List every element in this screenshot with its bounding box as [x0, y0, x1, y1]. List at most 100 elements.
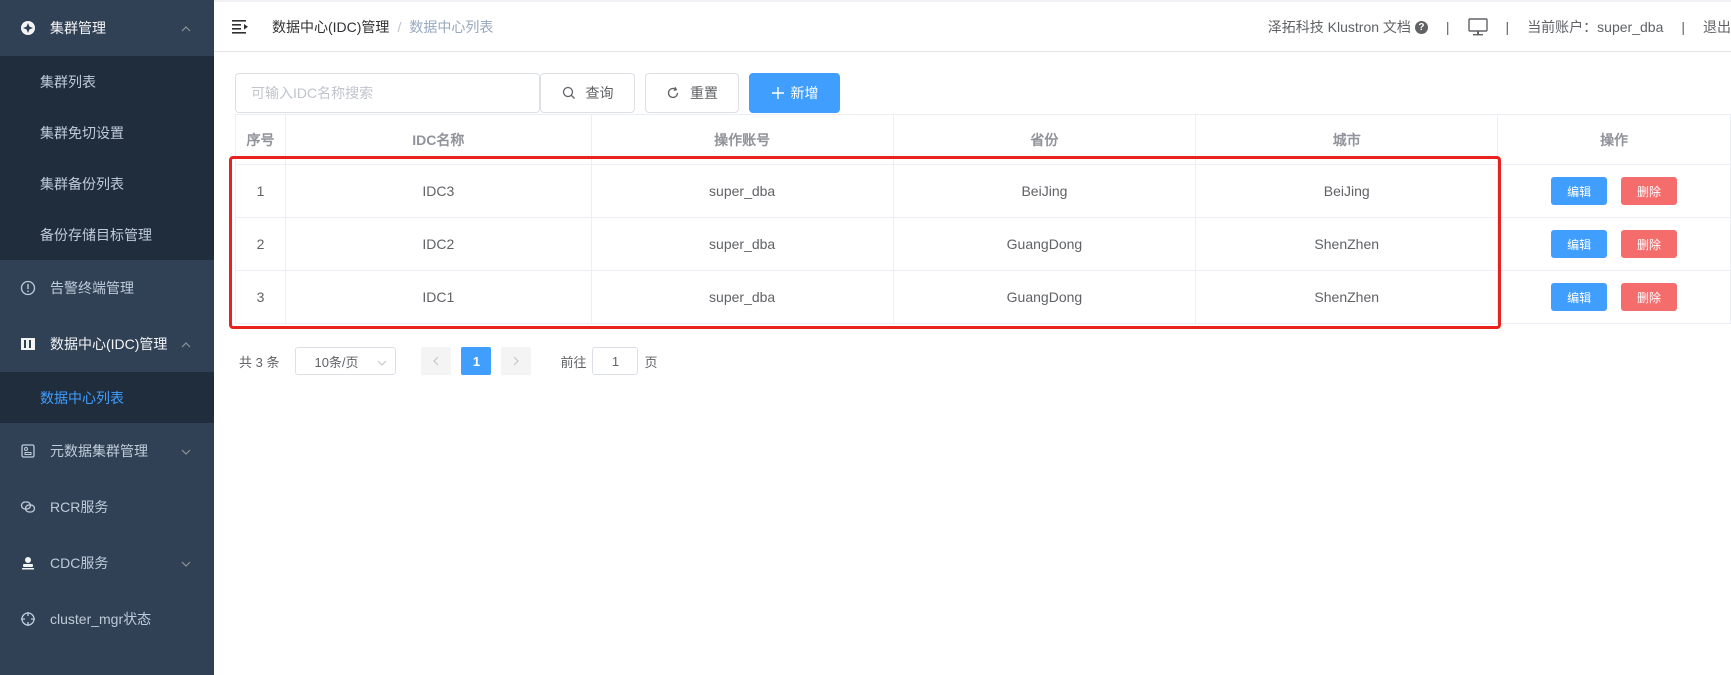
pagination-total: 共 3 条	[239, 354, 280, 370]
cluster-icon	[20, 20, 36, 36]
page-size-value: 10条/页	[314, 354, 359, 370]
sidebar: 集群管理 集群列表 集群免切设置 集群备份列表 备份存储目标管理 告警终端管理 …	[0, 0, 214, 675]
edit-button[interactable]: 编辑	[1551, 283, 1608, 311]
cell-city: ShenZhen	[1195, 270, 1499, 324]
column-header-index: 序号	[235, 114, 286, 165]
search-button[interactable]: 查询	[540, 73, 635, 113]
menu-cluster-management[interactable]: 集群管理	[0, 0, 214, 56]
metadata-icon	[20, 443, 36, 459]
chevron-right-icon	[514, 356, 520, 366]
chevron-down-icon	[180, 557, 192, 569]
cell-idc-name: IDC2	[285, 217, 592, 271]
edit-button[interactable]: 编辑	[1551, 177, 1608, 205]
breadcrumb: 数据中心(IDC)管理 / 数据中心列表	[272, 17, 493, 37]
menu-rcr-service[interactable]: RCR服务	[0, 479, 214, 535]
cell-actions: 编辑 删除	[1497, 164, 1731, 218]
idc-table: 序号 IDC名称 操作账号 省份 城市 操作 1 IDC3 super_dba …	[235, 114, 1731, 324]
next-page-button[interactable]	[501, 347, 532, 375]
breadcrumb-separator: /	[397, 18, 402, 35]
menu-label: cluster_mgr状态	[50, 611, 152, 627]
cell-actions: 编辑 删除	[1497, 217, 1731, 271]
sub-item-label: 备份存储目标管理	[40, 226, 152, 243]
column-header-province: 省份	[893, 114, 1197, 165]
reset-button[interactable]: 重置	[645, 73, 739, 113]
search-icon	[562, 86, 576, 100]
goto-page: 前往 页	[560, 347, 658, 375]
add-button[interactable]: 新增	[749, 73, 840, 113]
menu-label: 集群管理	[50, 20, 106, 36]
delete-button[interactable]: 删除	[1621, 283, 1677, 311]
goto-page-input[interactable]	[592, 347, 639, 375]
menu-alert-terminal[interactable]: 告警终端管理	[0, 260, 214, 316]
chevron-down-icon	[377, 356, 387, 366]
cell-city: ShenZhen	[1195, 217, 1499, 271]
datacenter-icon	[20, 336, 36, 352]
reset-button-label: 重置	[690, 85, 718, 101]
refresh-icon	[666, 86, 680, 100]
menu-toggle-icon[interactable]	[232, 19, 250, 35]
divider: |	[1681, 19, 1685, 35]
menu-cluster-mgr-status[interactable]: cluster_mgr状态	[0, 591, 214, 647]
menu-label: 元数据集群管理	[50, 443, 148, 459]
sidebar-item-idc-list[interactable]: 数据中心列表	[0, 372, 214, 423]
sub-item-label: 集群免切设置	[40, 124, 124, 141]
search-button-label: 查询	[585, 85, 614, 101]
crosshair-icon	[20, 611, 36, 627]
add-button-label: 新增	[790, 85, 819, 101]
menu-metadata-cluster[interactable]: 元数据集群管理	[0, 423, 214, 479]
divider: |	[1505, 19, 1510, 35]
page-number-button[interactable]: 1	[461, 347, 492, 375]
sidebar-item-cluster-list[interactable]: 集群列表	[0, 56, 214, 107]
sub-item-label: 集群列表	[40, 73, 96, 90]
idc-search-input[interactable]	[235, 73, 540, 113]
sub-item-label: 集群备份列表	[40, 175, 124, 192]
sidebar-item-cluster-failover[interactable]: 集群免切设置	[0, 107, 214, 158]
top-navbar: 数据中心(IDC)管理 / 数据中心列表 泽拓科技 Klustron 文档 ? …	[214, 0, 1731, 52]
top-right-links: 泽拓科技 Klustron 文档 ? | | 当前账户：super_dba | …	[1268, 2, 1731, 52]
question-circle-icon[interactable]: ?	[1414, 20, 1428, 34]
prev-page-button[interactable]	[421, 347, 452, 375]
logout-link[interactable]: 退出	[1703, 17, 1731, 37]
menu-label: RCR服务	[50, 499, 109, 515]
cell-index: 2	[235, 217, 286, 271]
alert-circle-icon	[20, 280, 36, 296]
menu-label: CDC服务	[50, 555, 109, 571]
current-account: 当前账户：super_dba	[1527, 19, 1664, 35]
cell-idc-name: IDC3	[285, 164, 592, 218]
goto-prefix: 前往	[560, 354, 587, 370]
column-header-account: 操作账号	[591, 114, 894, 165]
pagination: 共 3 条 10条/页 1 前往 页	[239, 347, 658, 375]
delete-button[interactable]: 删除	[1621, 177, 1677, 205]
submenu-idc: 数据中心列表	[0, 372, 214, 423]
menu-label: 告警终端管理	[50, 280, 134, 296]
docs-link[interactable]: 泽拓科技 Klustron 文档	[1268, 17, 1411, 37]
chevron-down-icon	[180, 445, 192, 457]
breadcrumb-item-idc-management[interactable]: 数据中心(IDC)管理	[272, 17, 389, 37]
breadcrumb-item-idc-list: 数据中心列表	[409, 18, 494, 35]
submenu-cluster: 集群列表 集群免切设置 集群备份列表 备份存储目标管理	[0, 56, 214, 260]
chevron-up-icon	[180, 338, 192, 350]
plus-icon	[771, 86, 785, 100]
sub-item-label: 数据中心列表	[40, 389, 124, 406]
goto-suffix: 页	[644, 354, 658, 370]
table-row: 2 IDC2 super_dba GuangDong ShenZhen 编辑 删…	[235, 217, 1731, 271]
table-header-row: 序号 IDC名称 操作账号 省份 城市 操作	[235, 114, 1731, 165]
cell-idc-name: IDC1	[285, 270, 592, 324]
menu-cdc-service[interactable]: CDC服务	[0, 535, 214, 591]
page-size-select[interactable]: 10条/页	[295, 347, 397, 375]
rcr-icon	[20, 499, 36, 515]
user-icon	[20, 555, 36, 571]
sidebar-item-backup-storage[interactable]: 备份存储目标管理	[0, 209, 214, 260]
monitor-icon[interactable]	[1467, 18, 1488, 36]
menu-idc-management[interactable]: 数据中心(IDC)管理	[0, 316, 214, 372]
cell-province: GuangDong	[893, 217, 1197, 271]
sidebar-item-cluster-backup[interactable]: 集群备份列表	[0, 158, 214, 209]
edit-button[interactable]: 编辑	[1551, 230, 1608, 258]
cell-actions: 编辑 删除	[1497, 270, 1731, 324]
cell-account: super_dba	[591, 164, 894, 218]
table-row: 1 IDC3 super_dba BeiJing BeiJing 编辑 删除	[235, 164, 1731, 218]
column-header-city: 城市	[1195, 114, 1499, 165]
cell-province: GuangDong	[893, 270, 1197, 324]
delete-button[interactable]: 删除	[1621, 230, 1677, 258]
menu-label: 数据中心(IDC)管理	[50, 336, 168, 352]
